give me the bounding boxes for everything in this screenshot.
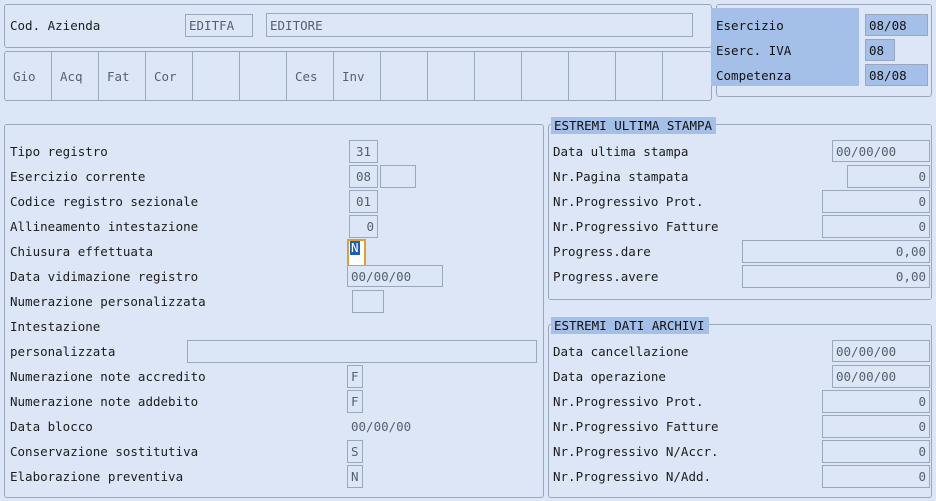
application-window: Cod. Azienda EDITFA EDITORE Gio Acq Fat … [0, 0, 936, 501]
competenza-input[interactable]: 08/08 [865, 64, 928, 86]
data-cancellazione-input[interactable]: 00/00/00 [832, 340, 930, 362]
archivi-nr-prog-nadd-label: Nr.Progressivo N/Add. [553, 469, 712, 484]
tab-empty-9[interactable] [663, 52, 710, 100]
nr-pagina-stampata-label: Nr.Pagina stampata [553, 169, 689, 184]
progress-avere-input[interactable]: 0,00 [742, 265, 930, 288]
tab-acq[interactable]: Acq [52, 52, 99, 100]
data-blocco-value: 00/00/00 [351, 419, 412, 434]
conservazione-sostitutiva-label: Conservazione sostitutiva [10, 444, 199, 459]
company-code-label: Cod. Azienda [10, 18, 101, 33]
numerazione-personalizzata-input[interactable] [352, 290, 384, 313]
ultima-stampa-nr-prog-fatture-input[interactable]: 0 [822, 215, 930, 238]
archivi-nr-prog-naccr-label: Nr.Progressivo N/Accr. [553, 444, 719, 459]
archivi-nr-prog-fatture-label: Nr.Progressivo Fatture [553, 419, 719, 434]
personalizzata-input[interactable] [187, 340, 537, 363]
chiusura-effettuata-selected-char: N [350, 240, 360, 255]
codice-registro-sezionale-label: Codice registro sezionale [10, 194, 199, 209]
tipo-registro-input[interactable]: 31 [349, 140, 378, 163]
esercizio-corrente-input-2[interactable] [380, 165, 416, 188]
data-vidimazione-input[interactable]: 00/00/00 [347, 265, 443, 287]
tab-empty-6[interactable] [522, 52, 569, 100]
tab-empty-4[interactable] [428, 52, 475, 100]
allineamento-intestazione-label: Allineamento intestazione [10, 219, 199, 234]
archivi-nr-prog-prot-label: Nr.Progressivo Prot. [553, 394, 704, 409]
company-code-input[interactable]: EDITFA [185, 14, 253, 37]
note-addebito-label: Numerazione note addebito [10, 394, 199, 409]
esercizio-corrente-label: Esercizio corrente [10, 169, 146, 184]
note-accredito-label: Numerazione note accredito [10, 369, 206, 384]
elaborazione-preventiva-input[interactable]: N [347, 465, 363, 488]
note-accredito-input[interactable]: F [347, 365, 363, 388]
dati-archivi-caption: ESTREMI DATI ARCHIVI [551, 317, 709, 334]
data-vidimazione-label: Data vidimazione registro [10, 269, 199, 284]
data-blocco-label: Data blocco [10, 419, 93, 434]
conservazione-sostitutiva-input[interactable]: S [347, 440, 363, 463]
tab-empty-1[interactable] [193, 52, 240, 100]
progress-dare-label: Progress.dare [553, 244, 651, 259]
archivi-nr-prog-prot-input[interactable]: 0 [822, 390, 930, 413]
esercizio-corrente-input[interactable]: 08 [349, 165, 378, 188]
company-name-input[interactable]: EDITORE [266, 13, 693, 37]
data-cancellazione-label: Data cancellazione [553, 344, 689, 359]
ultima-stampa-caption: ESTREMI ULTIMA STAMPA [551, 117, 717, 134]
data-ultima-stampa-label: Data ultima stampa [553, 144, 689, 159]
eserc-iva-label: Eserc. IVA [716, 43, 792, 58]
note-addebito-input[interactable]: F [347, 390, 363, 413]
ultima-stampa-nr-prog-prot-input[interactable]: 0 [822, 190, 930, 213]
ultima-stampa-nr-prog-fatture-label: Nr.Progressivo Fatture [553, 219, 719, 234]
tab-empty-5[interactable] [475, 52, 522, 100]
esercizio-label: Esercizio [716, 18, 784, 33]
archivi-nr-prog-naccr-input[interactable]: 0 [822, 440, 930, 463]
archivi-nr-prog-fatture-input[interactable]: 0 [822, 415, 930, 438]
eserc-iva-input[interactable]: 08 [865, 39, 895, 61]
tab-cor[interactable]: Cor [146, 52, 193, 100]
chiusura-effettuata-label: Chiusura effettuata [10, 244, 153, 259]
ultima-stampa-nr-prog-prot-label: Nr.Progressivo Prot. [553, 194, 704, 209]
tab-empty-7[interactable] [569, 52, 616, 100]
codice-registro-sezionale-input[interactable]: 01 [349, 190, 378, 213]
numerazione-personalizzata-label: Numerazione personalizzata [10, 294, 206, 309]
data-operazione-label: Data operazione [553, 369, 666, 384]
chiusura-effettuata-input[interactable]: N [347, 239, 366, 267]
register-tab-strip[interactable]: Gio Acq Fat Cor Ces Inv [4, 51, 712, 101]
competenza-label: Competenza [716, 68, 792, 83]
tab-empty-8[interactable] [616, 52, 663, 100]
tab-ces[interactable]: Ces [287, 52, 334, 100]
tipo-registro-label: Tipo registro [10, 144, 108, 159]
tab-gio[interactable]: Gio [5, 52, 52, 100]
data-ultima-stampa-input[interactable]: 00/00/00 [832, 140, 930, 162]
intestazione-label: Intestazione [10, 319, 101, 334]
personalizzata-label: personalizzata [10, 344, 116, 359]
esercizio-input[interactable]: 08/08 [865, 14, 928, 36]
nr-pagina-stampata-input[interactable]: 0 [847, 165, 930, 188]
allineamento-intestazione-input[interactable]: 0 [349, 215, 378, 238]
tab-empty-2[interactable] [240, 52, 287, 100]
data-operazione-input[interactable]: 00/00/00 [832, 365, 930, 388]
tab-inv[interactable]: Inv [334, 52, 381, 100]
progress-dare-input[interactable]: 0,00 [742, 240, 930, 263]
archivi-nr-prog-nadd-input[interactable]: 0 [822, 465, 930, 488]
progress-avere-label: Progress.avere [553, 269, 659, 284]
tab-empty-3[interactable] [381, 52, 428, 100]
elaborazione-preventiva-label: Elaborazione preventiva [10, 469, 184, 484]
tab-fat[interactable]: Fat [99, 52, 146, 100]
